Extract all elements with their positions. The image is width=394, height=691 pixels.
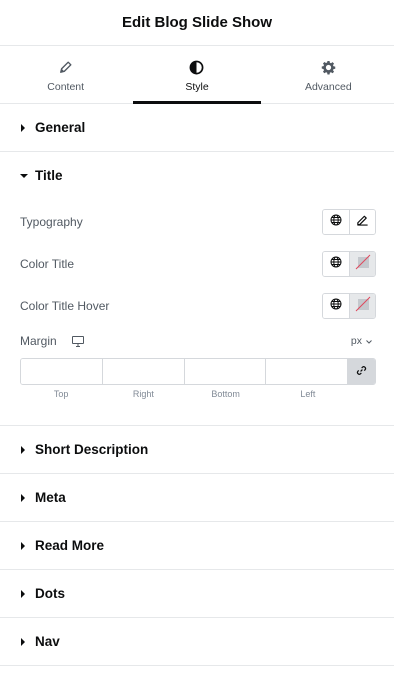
section-dots-label: Dots — [35, 586, 65, 601]
globe-icon — [330, 297, 342, 315]
tab-content[interactable]: Content — [0, 46, 131, 103]
section-dots-toggle[interactable]: Dots — [0, 570, 394, 617]
margin-top-label: Top — [53, 389, 69, 399]
margin-inputs — [20, 358, 376, 385]
section-title: Title Typography Color Title Color Title… — [0, 152, 394, 426]
empty-color-swatch-icon — [355, 254, 371, 275]
margin-right-input[interactable] — [102, 359, 185, 384]
section-general: General — [0, 104, 394, 152]
margin-top-input[interactable] — [21, 359, 103, 384]
typography-edit-button[interactable] — [349, 210, 375, 234]
tab-style[interactable]: Style — [131, 46, 262, 104]
typography-buttons — [322, 209, 376, 235]
unit-selector[interactable]: px — [351, 335, 376, 347]
caret-right-icon — [20, 493, 30, 502]
section-read-more-toggle[interactable]: Read More — [0, 522, 394, 569]
section-nav-label: Nav — [35, 634, 60, 649]
margin-label-group: Margin — [20, 334, 84, 348]
color-title-global-button[interactable] — [323, 252, 349, 276]
section-short-description-toggle[interactable]: Short Description — [0, 426, 394, 473]
caret-right-icon — [20, 589, 30, 598]
section-dots: Dots — [0, 570, 394, 618]
unit-value: px — [350, 335, 362, 347]
gear-icon — [321, 59, 336, 75]
section-short-description-label: Short Description — [35, 442, 149, 457]
section-read-more: Read More — [0, 522, 394, 570]
color-title-hover-picker[interactable] — [349, 294, 375, 318]
typography-label: Typography — [20, 215, 83, 229]
typography-control: Typography — [20, 201, 376, 243]
globe-icon — [330, 213, 342, 231]
color-title-picker[interactable] — [349, 252, 375, 276]
desktop-icon[interactable] — [71, 335, 84, 347]
margin-input-labels: Top Right Bottom Left — [20, 389, 376, 399]
section-meta: Meta — [0, 474, 394, 522]
pencil-icon — [59, 59, 73, 75]
caret-right-icon — [20, 445, 30, 454]
pencil-icon — [356, 213, 369, 231]
caret-down-icon — [20, 173, 30, 179]
caret-right-icon — [20, 637, 30, 646]
section-general-label: General — [35, 120, 86, 135]
margin-bottom-label: Bottom — [211, 389, 240, 399]
color-title-buttons — [322, 251, 376, 277]
tab-advanced-label: Advanced — [304, 81, 352, 93]
tab-content-label: Content — [47, 81, 85, 93]
contrast-icon — [189, 59, 204, 75]
color-title-hover-control: Color Title Hover — [20, 285, 376, 327]
caret-right-icon — [20, 123, 30, 132]
color-title-hover-buttons — [322, 293, 376, 319]
section-title-toggle[interactable]: Title — [0, 152, 394, 199]
section-nav-toggle[interactable]: Nav — [0, 618, 394, 665]
margin-control-header: Margin px — [20, 327, 376, 355]
empty-color-swatch-icon — [355, 296, 371, 317]
panel-header: Edit Blog Slide Show — [0, 0, 394, 46]
tab-advanced[interactable]: Advanced — [263, 46, 394, 103]
color-title-control: Color Title — [20, 243, 376, 285]
tab-style-label: Style — [185, 81, 209, 93]
margin-left-input[interactable] — [266, 359, 348, 384]
link-icon — [356, 363, 367, 381]
color-title-hover-global-button[interactable] — [323, 294, 349, 318]
margin-left-label: Left — [300, 389, 316, 399]
section-general-toggle[interactable]: General — [0, 104, 394, 151]
chevron-down-icon — [366, 335, 372, 347]
globe-icon — [330, 255, 342, 273]
section-meta-label: Meta — [35, 490, 66, 505]
margin-bottom-input[interactable] — [184, 359, 267, 384]
margin-label: Margin — [20, 334, 57, 348]
color-title-label: Color Title — [20, 257, 75, 271]
panel-title: Edit Blog Slide Show — [122, 14, 272, 31]
color-title-hover-label: Color Title Hover — [20, 299, 110, 313]
section-read-more-label: Read More — [35, 538, 105, 553]
section-meta-toggle[interactable]: Meta — [0, 474, 394, 521]
section-title-label: Title — [35, 168, 63, 183]
typography-global-button[interactable] — [323, 210, 349, 234]
section-nav: Nav — [0, 618, 394, 666]
caret-right-icon — [20, 541, 30, 550]
section-short-description: Short Description — [0, 426, 394, 474]
panel-tabs: Content Style Advanced — [0, 46, 394, 104]
section-title-body: Typography Color Title Color Title Hover… — [0, 199, 394, 425]
link-values-button[interactable] — [348, 359, 375, 384]
margin-right-label: Right — [132, 389, 154, 399]
